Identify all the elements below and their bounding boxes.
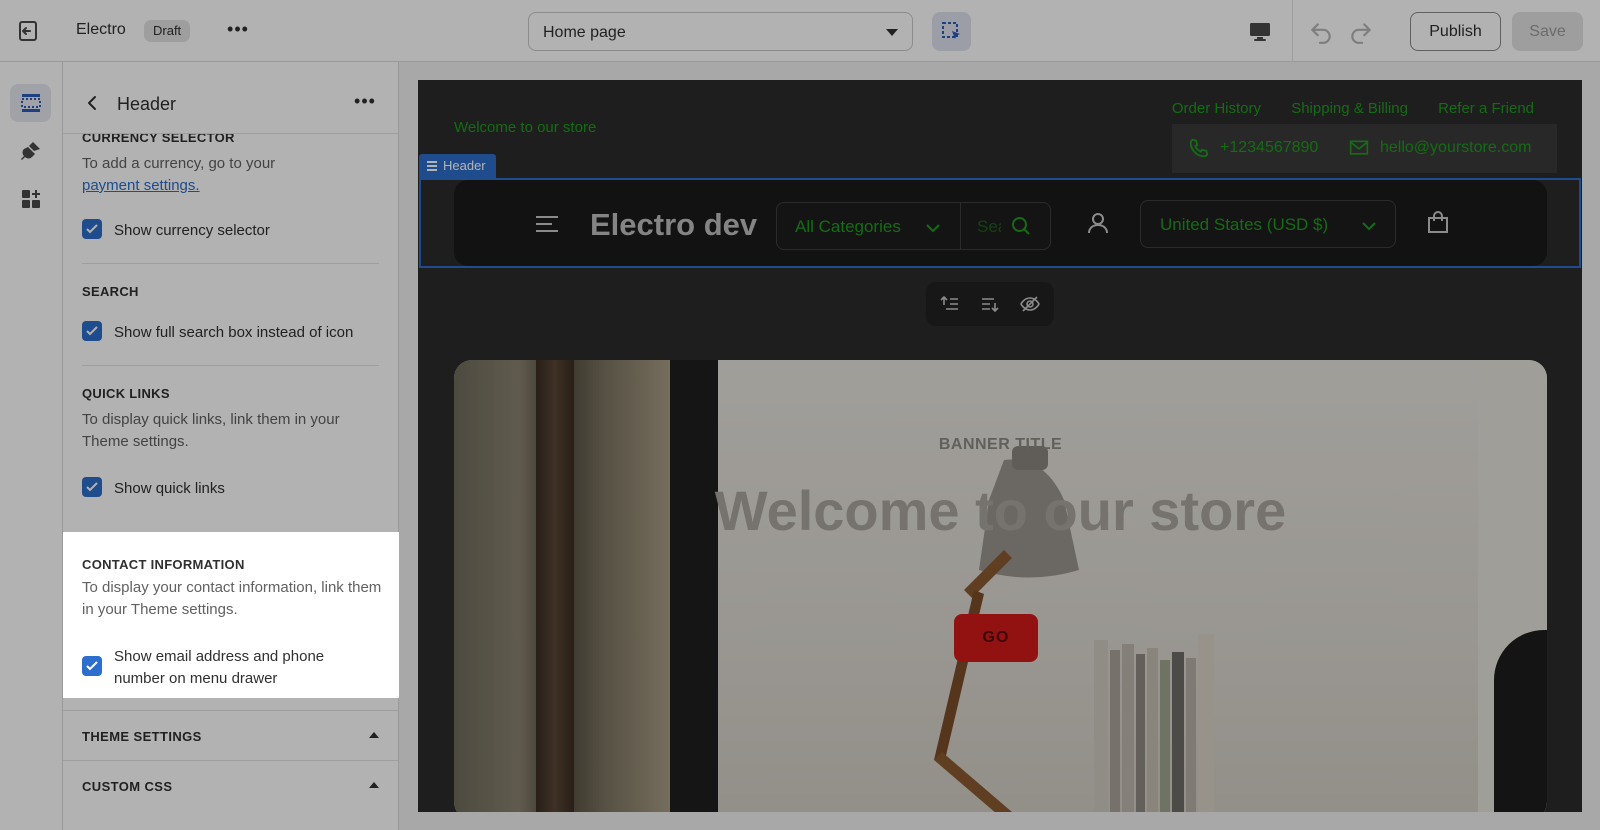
- dim-overlay-left: [0, 532, 63, 698]
- dim-overlay-right: [399, 532, 1600, 698]
- contact-help-text: To display your contact information, lin…: [82, 579, 382, 618]
- dim-overlay-top: [0, 0, 1600, 532]
- check-icon: [86, 661, 98, 671]
- dim-overlay-bottom: [0, 698, 1600, 830]
- section-title-contact: CONTACT INFORMATION: [82, 557, 245, 572]
- contact-information-section: CONTACT INFORMATION To display your cont…: [63, 532, 399, 698]
- contact-checkbox-label: Show email address and phone number on m…: [114, 648, 325, 687]
- contact-checkbox[interactable]: [82, 656, 102, 676]
